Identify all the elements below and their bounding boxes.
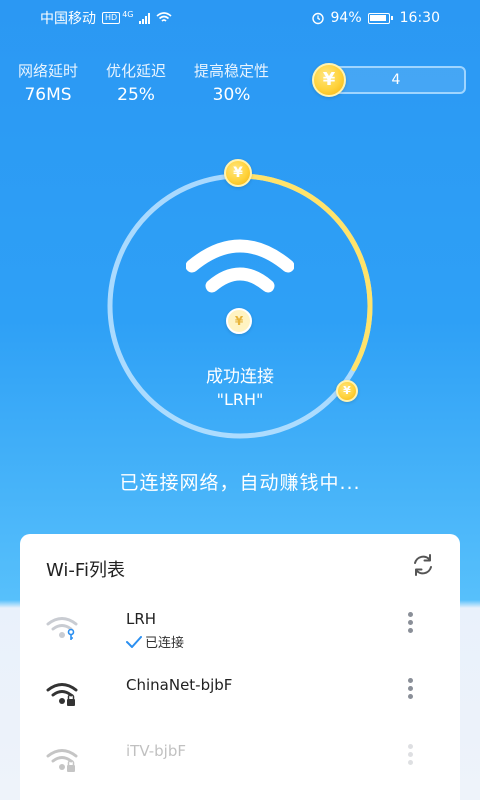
coin-icon: ¥ <box>226 308 252 334</box>
stat-optimize: 优化延迟 25% <box>106 60 166 105</box>
coin-icon: ¥ <box>224 159 252 187</box>
battery-percent: 94% <box>330 10 362 26</box>
wifi-lock-icon <box>46 749 78 772</box>
stat-value: 76MS <box>24 85 72 105</box>
more-options-icon[interactable] <box>408 678 414 702</box>
wifi-key-icon <box>46 617 78 640</box>
refresh-icon[interactable] <box>410 552 436 578</box>
alarm-icon <box>311 12 324 25</box>
network-stats: 网络延时 76MS 优化延迟 25% 提高稳定性 30% <box>18 60 269 105</box>
clock: 16:30 <box>399 10 440 26</box>
wifi-list-item[interactable]: LRH 已连接 <box>20 604 460 664</box>
stat-label: 网络延时 <box>18 62 79 80</box>
wifi-status-icon <box>156 12 173 22</box>
more-options-icon[interactable] <box>408 612 414 636</box>
wifi-connected-status: 已连接 <box>126 632 184 651</box>
wifi-list-item[interactable]: ChinaNet-bjbF <box>20 670 460 730</box>
carrier-name: 中国移动 <box>40 11 96 27</box>
wifi-list-item[interactable]: iTV-bjbF <box>20 736 460 796</box>
more-options-icon[interactable] <box>408 744 414 768</box>
status-bar: 中国移动 HD 4G 94% 16:30 <box>0 0 480 36</box>
stat-value: 30% <box>212 85 251 105</box>
stat-latency: 网络延时 76MS <box>18 60 78 105</box>
stat-label: 提高稳定性 <box>194 62 270 80</box>
coin-count: 4 <box>391 72 401 88</box>
coin-counter[interactable]: 4 <box>326 66 466 94</box>
wifi-name: iTV-bjbF <box>126 742 186 760</box>
wifi-large-icon <box>186 239 294 293</box>
wifi-name: LRH <box>126 610 157 628</box>
wifi-lock-icon <box>46 683 78 706</box>
wifi-list-title: Wi-Fi列表 <box>46 560 125 581</box>
signal-icon <box>139 12 151 24</box>
network-type: 4G <box>122 9 134 19</box>
coin-icon[interactable]: ¥ <box>312 63 346 97</box>
wifi-list-panel: Wi-Fi列表 LRH 已连接 ChinaNet-bjbF iTV-bjbF <box>20 534 460 800</box>
stat-label: 优化延迟 <box>106 62 167 80</box>
wifi-status-label: 已连接 <box>145 636 185 651</box>
battery-icon <box>367 12 393 24</box>
check-icon <box>126 635 142 648</box>
hd-badge: HD <box>102 12 121 24</box>
earning-message: 已连接网络，自动赚钱中... <box>119 472 361 494</box>
stat-stability: 提高稳定性 30% <box>194 60 269 105</box>
stat-value: 25% <box>117 85 155 105</box>
wifi-name: ChinaNet-bjbF <box>126 676 233 694</box>
connection-ssid: "LRH" <box>216 390 264 409</box>
connection-status: 成功连接 <box>206 367 274 387</box>
